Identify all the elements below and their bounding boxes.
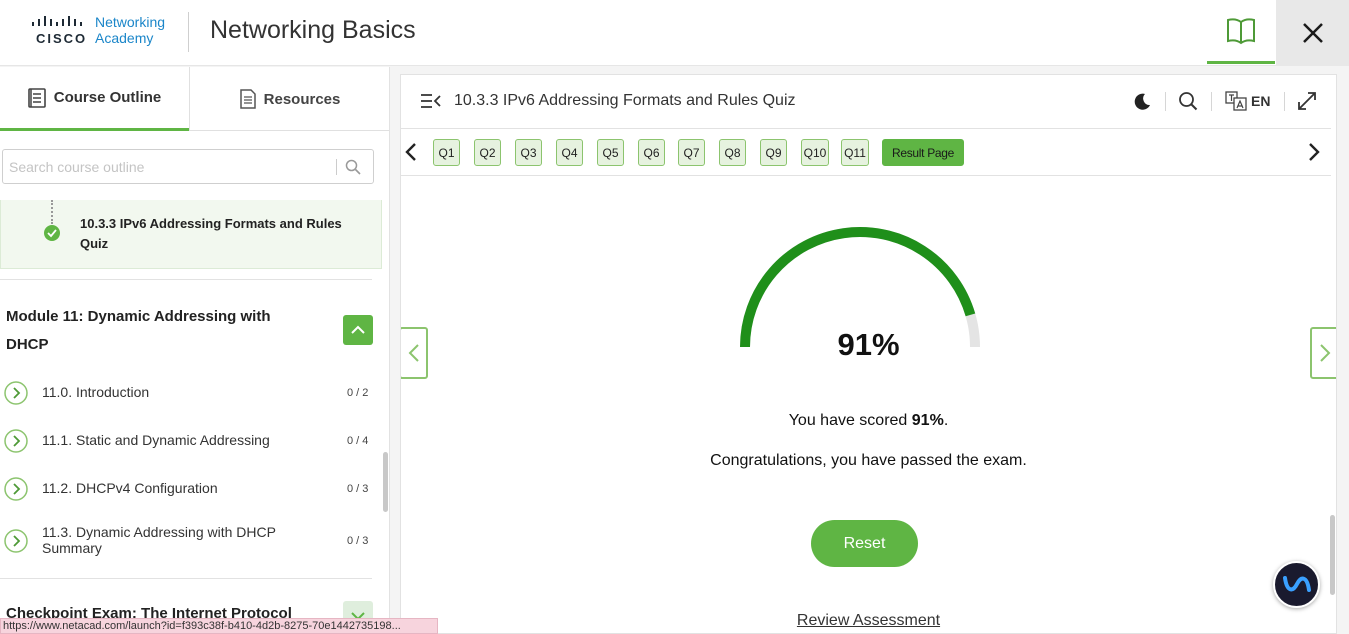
search-divider: [336, 159, 337, 175]
divider: [0, 578, 372, 579]
current-outline-item[interactable]: 10.3.3 IPv6 Addressing Formats and Rules…: [0, 200, 382, 269]
course-search: [2, 149, 374, 184]
lesson-title: 11.2. DHCPv4 Configuration: [42, 480, 218, 496]
chevron-circle-icon: [4, 429, 28, 453]
lesson-progress: 0 / 3: [347, 535, 369, 547]
result-page-button[interactable]: Result Page: [882, 139, 964, 166]
networking-academy-wordmark: Networking Academy: [95, 14, 165, 46]
score-percentage: 91%: [837, 327, 900, 362]
course-book-button[interactable]: [1207, 0, 1275, 64]
score-message-prefix: You have scored: [788, 412, 912, 429]
toolbar-divider: [1165, 92, 1166, 111]
cisco-networking-academy-logo[interactable]: CISCO Networking Academy: [32, 14, 182, 50]
chevron-circle-icon: [4, 477, 28, 501]
tab-course-outline-label: Course Outline: [53, 89, 162, 106]
status-bar-url: https://www.netacad.com/launch?id=f393c3…: [0, 618, 438, 634]
open-book-icon: [1227, 17, 1255, 44]
sidebar-scrollbar[interactable]: [383, 452, 388, 512]
lesson-progress: 0 / 4: [347, 435, 369, 447]
question-button-q5[interactable]: Q5: [597, 139, 624, 166]
module-title[interactable]: Module 11: Dynamic Addressing with DHCP: [6, 303, 306, 359]
completed-check-icon: [44, 225, 60, 241]
cisco-wordmark: CISCO: [36, 31, 88, 46]
question-button-q11[interactable]: Q11: [841, 139, 869, 166]
outline-icon: [27, 87, 46, 108]
question-button-q9[interactable]: Q9: [760, 139, 787, 166]
course-title: Networking Basics: [210, 16, 416, 44]
chevron-left-icon[interactable]: [404, 142, 418, 162]
lesson-title: 11.1. Static and Dynamic Addressing: [42, 432, 270, 448]
translate-icon[interactable]: [1225, 91, 1247, 111]
outline-connector: [51, 200, 53, 224]
fullscreen-icon[interactable]: [1297, 91, 1317, 111]
course-sidebar: Course Outline Resources 10.3.3 IPv6 Add…: [0, 67, 390, 634]
question-button-q7[interactable]: Q7: [678, 139, 705, 166]
module-collapse-button[interactable]: [343, 315, 373, 345]
question-button-q4[interactable]: Q4: [556, 139, 583, 166]
divider: [0, 279, 372, 280]
review-assessment-link[interactable]: Review Assessment: [401, 612, 1336, 630]
quiz-panel: 10.3.3 IPv6 Addressing Formats and Rules…: [400, 74, 1337, 634]
lesson-progress: 0 / 2: [347, 387, 369, 399]
search-input[interactable]: [9, 157, 329, 177]
score-message-suffix: .: [943, 412, 949, 429]
webex-assistant-button[interactable]: [1273, 561, 1320, 608]
lesson-item[interactable]: 11.1. Static and Dynamic Addressing 0 / …: [0, 418, 380, 462]
webex-icon: [1282, 575, 1311, 592]
tab-course-outline[interactable]: Course Outline: [0, 67, 189, 131]
score-message-value: 91%: [911, 412, 944, 429]
toolbar-divider: [1211, 92, 1212, 111]
current-item-title: 10.3.3 IPv6 Addressing Formats and Rules…: [80, 216, 342, 251]
content-scrollbar[interactable]: [1330, 515, 1335, 595]
question-button-q10[interactable]: Q10: [801, 139, 829, 166]
chevron-circle-icon: [4, 529, 28, 553]
question-button-q2[interactable]: Q2: [474, 139, 501, 166]
question-navigation: Q1 Q2 Q3 Q4 Q5 Q6 Q7 Q8 Q9 Q10 Q11 Resul…: [401, 128, 1331, 176]
language-selector[interactable]: EN: [1251, 93, 1270, 109]
quiz-toolbar: 10.3.3 IPv6 Addressing Formats and Rules…: [401, 75, 1336, 129]
chevron-right-icon[interactable]: [1307, 142, 1321, 162]
question-button-q3[interactable]: Q3: [515, 139, 542, 166]
toolbar-divider: [1284, 92, 1285, 111]
close-button[interactable]: [1276, 0, 1349, 66]
tab-resources-label: Resources: [263, 90, 341, 108]
quiz-title: 10.3.3 IPv6 Addressing Formats and Rules…: [454, 92, 796, 109]
lesson-title: 11.0. Introduction: [42, 384, 150, 400]
sidebar-tabs: Course Outline Resources: [0, 67, 389, 131]
app-header: CISCO Networking Academy Networking Basi…: [0, 0, 1349, 66]
reset-button[interactable]: Reset: [811, 520, 918, 567]
logo-line-1: Networking: [95, 14, 166, 30]
chevron-circle-icon: [4, 381, 28, 405]
search-icon[interactable]: [1178, 91, 1198, 111]
collapse-menu-icon[interactable]: [420, 92, 442, 110]
lesson-item[interactable]: 11.3. Dynamic Addressing with DHCP Summa…: [0, 518, 380, 562]
question-button-q8[interactable]: Q8: [719, 139, 746, 166]
cisco-bars-icon: [32, 16, 82, 26]
document-icon: [239, 89, 256, 109]
question-button-q1[interactable]: Q1: [433, 139, 460, 166]
lesson-progress: 0 / 3: [347, 483, 369, 495]
lesson-title: 11.3. Dynamic Addressing with DHCP Summa…: [42, 524, 276, 556]
score-message: You have scored 91%.: [401, 412, 1336, 430]
tab-resources[interactable]: Resources: [189, 67, 389, 131]
chevron-up-icon: [351, 325, 365, 334]
pass-message: Congratulations, you have passed the exa…: [710, 452, 1027, 469]
close-icon: [1302, 23, 1323, 43]
dark-mode-icon[interactable]: [1132, 92, 1152, 112]
question-button-q6[interactable]: Q6: [638, 139, 665, 166]
search-icon[interactable]: [345, 159, 361, 175]
lesson-item[interactable]: 11.0. Introduction 0 / 2: [0, 370, 380, 414]
header-divider: [188, 12, 189, 52]
logo-line-2: Academy: [95, 30, 154, 46]
lesson-item[interactable]: 11.2. DHCPv4 Configuration 0 / 3: [0, 466, 380, 510]
